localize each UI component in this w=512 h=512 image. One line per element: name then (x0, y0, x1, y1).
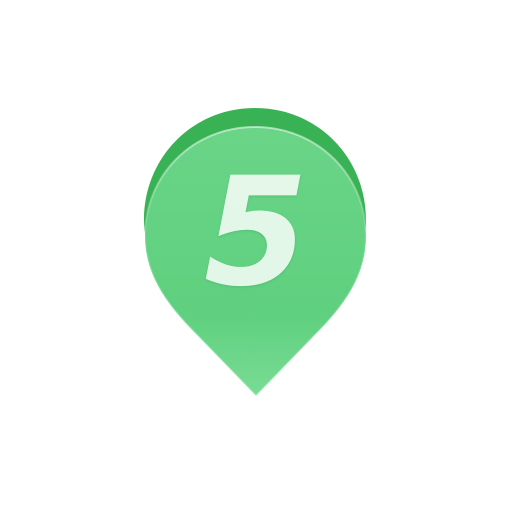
pin-number-label: 5 (203, 146, 309, 320)
marker-canvas: 5 (0, 0, 512, 512)
